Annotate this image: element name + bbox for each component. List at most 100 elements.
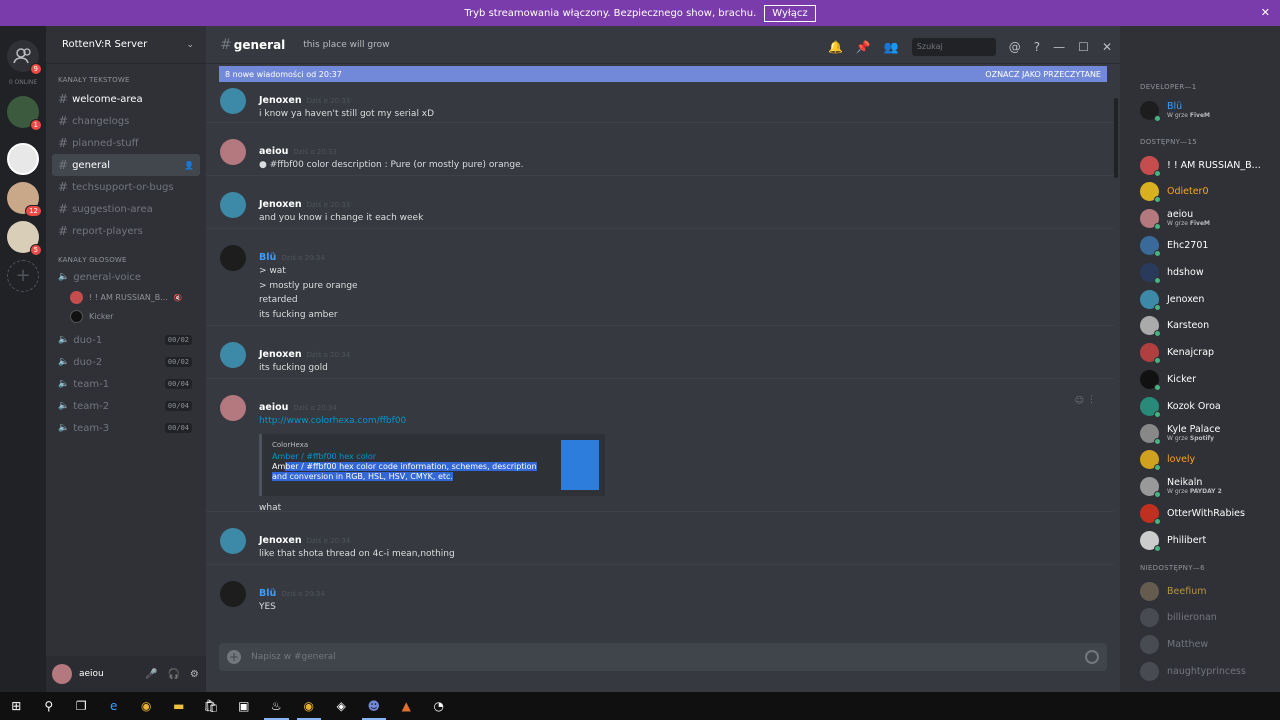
more-options-icon[interactable]: ⋮ (1087, 395, 1096, 405)
member-item[interactable]: Neikaln W grze PAYDAY 2 (1120, 473, 1280, 500)
voice-user[interactable]: ! ! AM RUSSIAN_B... 🔇 (70, 288, 206, 307)
search-icon[interactable]: ⚲ (33, 692, 66, 720)
message[interactable]: Jenoxen Dziś o 20:34 like that shota thre… (206, 512, 1114, 565)
voice-channel-duo-2[interactable]: 🔈 duo-2 00/02 (52, 351, 200, 373)
task-view-icon[interactable]: ❐ (65, 692, 98, 720)
chrome-icon[interactable]: ◉ (130, 692, 163, 720)
disable-streamer-mode-button[interactable]: Wyłącz (764, 4, 816, 22)
message-input[interactable]: + Napisz w #general (219, 643, 1107, 671)
channel-planned-stuff[interactable]: # planned-stuff (52, 132, 200, 154)
windows-start-icon[interactable]: ⊞ (0, 692, 33, 720)
avatar[interactable] (220, 88, 246, 114)
app-icon[interactable]: ◔ (423, 692, 456, 720)
mark-as-read-button[interactable]: OZNACZ JAKO PRZECZYTANE (985, 70, 1101, 79)
file-explorer-icon[interactable]: ▬ (163, 692, 196, 720)
upload-plus-icon[interactable]: + (227, 650, 241, 664)
embed-thumbnail[interactable] (561, 439, 599, 490)
member-item[interactable]: Kicker (1120, 366, 1280, 393)
member-item[interactable]: billieronan (1120, 605, 1280, 632)
avatar[interactable] (220, 139, 246, 165)
channel-welcome-area[interactable]: # welcome-area (52, 88, 200, 110)
server-icon[interactable]: 12 (7, 182, 42, 217)
discord-icon[interactable]: ☻ (358, 692, 391, 720)
help-icon[interactable]: ? (1034, 40, 1040, 54)
member-item[interactable]: hdshow (1120, 259, 1280, 286)
server-header[interactable]: RottenV:R Server ⌄ (46, 26, 206, 64)
member-item[interactable]: Kyle Palace W grze Spotify (1120, 420, 1280, 447)
voice-channel-team-2[interactable]: 🔈 team-2 00/04 (52, 395, 200, 417)
voice-user[interactable]: Kicker (70, 307, 206, 326)
server-icon-selected[interactable] (7, 143, 39, 175)
message[interactable]: Blü Dziś o 20:34 YES (206, 565, 1114, 623)
member-item[interactable]: naughtyprincess (1120, 658, 1280, 685)
voice-channel-team-3[interactable]: 🔈 team-3 00/04 (52, 417, 200, 439)
channel-report-players[interactable]: # report-players (52, 220, 200, 242)
new-messages-bar[interactable]: 8 nowe wiadomości od 20:37 OZNACZ JAKO P… (219, 66, 1107, 82)
steam-icon[interactable]: ♨ (260, 692, 293, 720)
avatar[interactable] (220, 395, 246, 421)
member-item[interactable]: Kenajcrap (1120, 339, 1280, 366)
headphones-icon[interactable]: 🎧 (167, 669, 179, 680)
invite-icon[interactable]: 👤 (184, 161, 194, 170)
edge-icon[interactable]: e (98, 692, 131, 720)
channel-general[interactable]: # general 👤 (52, 154, 200, 176)
member-item[interactable]: Kozok Oroa (1120, 393, 1280, 420)
member-item[interactable]: Philibert (1120, 527, 1280, 554)
maximize-icon[interactable]: ☐ (1078, 40, 1089, 54)
pin-icon[interactable]: 📌 (856, 40, 871, 54)
message[interactable]: Jenoxen Dziś o 20:33 and you know i chang… (206, 176, 1114, 229)
message[interactable]: aeiou Dziś o 20:33 ● #ffbf00 color descri… (206, 123, 1114, 176)
member-item[interactable]: Karsteon (1120, 313, 1280, 340)
message[interactable]: Jenoxen Dziś o 20:34 its fucking gold (206, 326, 1114, 379)
server-icon[interactable]: 5 (7, 221, 42, 256)
close-icon[interactable]: ✕ (1261, 6, 1270, 19)
message[interactable]: aeiou Dziś o 20:34 http://www.colorhexa.c… (206, 379, 1114, 513)
add-server-icon[interactable]: + (7, 260, 39, 292)
member-item[interactable]: Beefium (1120, 578, 1280, 605)
voice-channels-category[interactable]: KANAŁY GŁOSOWE (58, 256, 206, 264)
avatar[interactable] (220, 245, 246, 271)
avatar[interactable] (220, 342, 246, 368)
channel-techsupport-or-bugs[interactable]: # techsupport-or-bugs (52, 176, 200, 198)
server-icon[interactable]: 1 (7, 96, 42, 131)
scrollbar[interactable] (1114, 98, 1118, 178)
message-author[interactable]: Jenoxen (259, 95, 302, 106)
member-item[interactable]: Jenoxen (1120, 286, 1280, 313)
member-item[interactable]: Blü W grze FiveM (1120, 97, 1280, 124)
chrome-icon[interactable]: ◉ (293, 692, 326, 720)
mention-icon[interactable]: @ (1009, 40, 1021, 54)
add-reaction-icon[interactable]: ☺ (1075, 396, 1084, 406)
message[interactable]: Blü Dziś o 20:34 > wat > mostly pure oran… (206, 229, 1114, 326)
emoji-icon[interactable] (1085, 650, 1099, 664)
close-window-icon[interactable]: ✕ (1102, 40, 1112, 54)
gear-icon[interactable]: ⚙ (190, 669, 199, 680)
microphone-icon[interactable]: 🎤 (145, 669, 157, 680)
app-icon[interactable]: ▣ (228, 692, 261, 720)
avatar[interactable] (52, 664, 72, 684)
member-item[interactable]: ! ! AM RUSSIAN_B... (1120, 152, 1280, 179)
member-item[interactable]: Ehc2701 (1120, 232, 1280, 259)
app-icon[interactable]: ▲ (390, 692, 423, 720)
search-input[interactable]: Szukaj (911, 38, 996, 56)
member-item[interactable]: Matthew (1120, 631, 1280, 658)
minimize-icon[interactable]: — (1053, 40, 1065, 54)
avatar[interactable] (220, 192, 246, 218)
channel-changelogs[interactable]: # changelogs (52, 110, 200, 132)
message-link[interactable]: http://www.colorhexa.com/ffbf00 (259, 414, 1114, 429)
embed-title[interactable]: Amber / #ffbf00 hex color (272, 452, 595, 461)
member-item[interactable]: lovely (1120, 447, 1280, 474)
member-item[interactable]: Odieter0 (1120, 179, 1280, 206)
members-icon[interactable]: 👥 (884, 40, 899, 54)
member-item[interactable]: OtterWithRabies (1120, 500, 1280, 527)
voice-channel-general-voice[interactable]: 🔈 general-voice (52, 266, 200, 288)
avatar[interactable] (220, 581, 246, 607)
store-icon[interactable]: 🛍 (195, 692, 228, 720)
voice-channel-duo-1[interactable]: 🔈 duo-1 00/02 (52, 329, 200, 351)
avatar[interactable] (220, 528, 246, 554)
text-channels-category[interactable]: KANAŁY TEKSTOWE (58, 76, 206, 84)
member-item[interactable]: aeiou W grze FiveM (1120, 205, 1280, 232)
app-icon[interactable]: ◈ (325, 692, 358, 720)
friends-icon[interactable]: 9 (7, 40, 42, 75)
channel-suggestion-area[interactable]: # suggestion-area (52, 198, 200, 220)
bell-icon[interactable]: 🔔 (828, 40, 843, 54)
